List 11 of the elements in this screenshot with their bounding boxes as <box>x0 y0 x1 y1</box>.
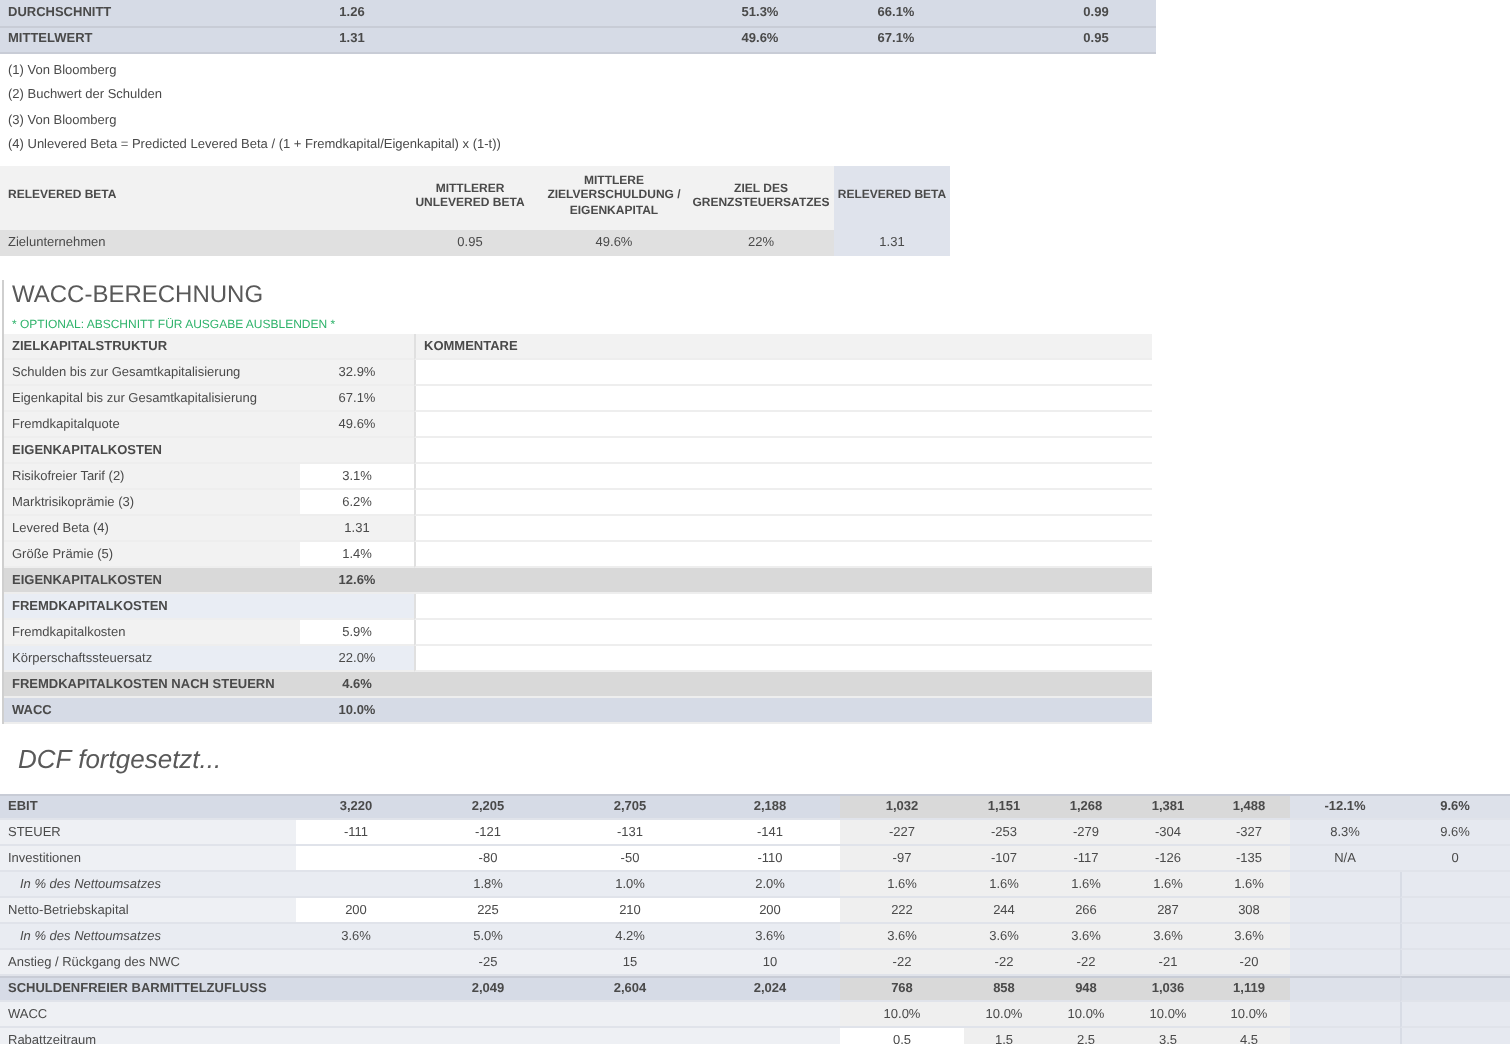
comment-cell[interactable] <box>414 360 1152 386</box>
section-title: DCF fortgesetzt... <box>16 742 224 778</box>
comment-cell[interactable] <box>414 516 1152 542</box>
comment-cell[interactable] <box>414 386 1152 412</box>
section-title: WACC-BERECHNUNG <box>10 280 266 312</box>
comment-cell[interactable] <box>414 490 1152 516</box>
comment-cell[interactable] <box>414 412 1152 438</box>
comment-cell[interactable] <box>414 594 1152 620</box>
comment-cell[interactable] <box>414 464 1152 490</box>
comment-cell[interactable] <box>414 620 1152 646</box>
comment-cell[interactable] <box>414 438 1152 464</box>
